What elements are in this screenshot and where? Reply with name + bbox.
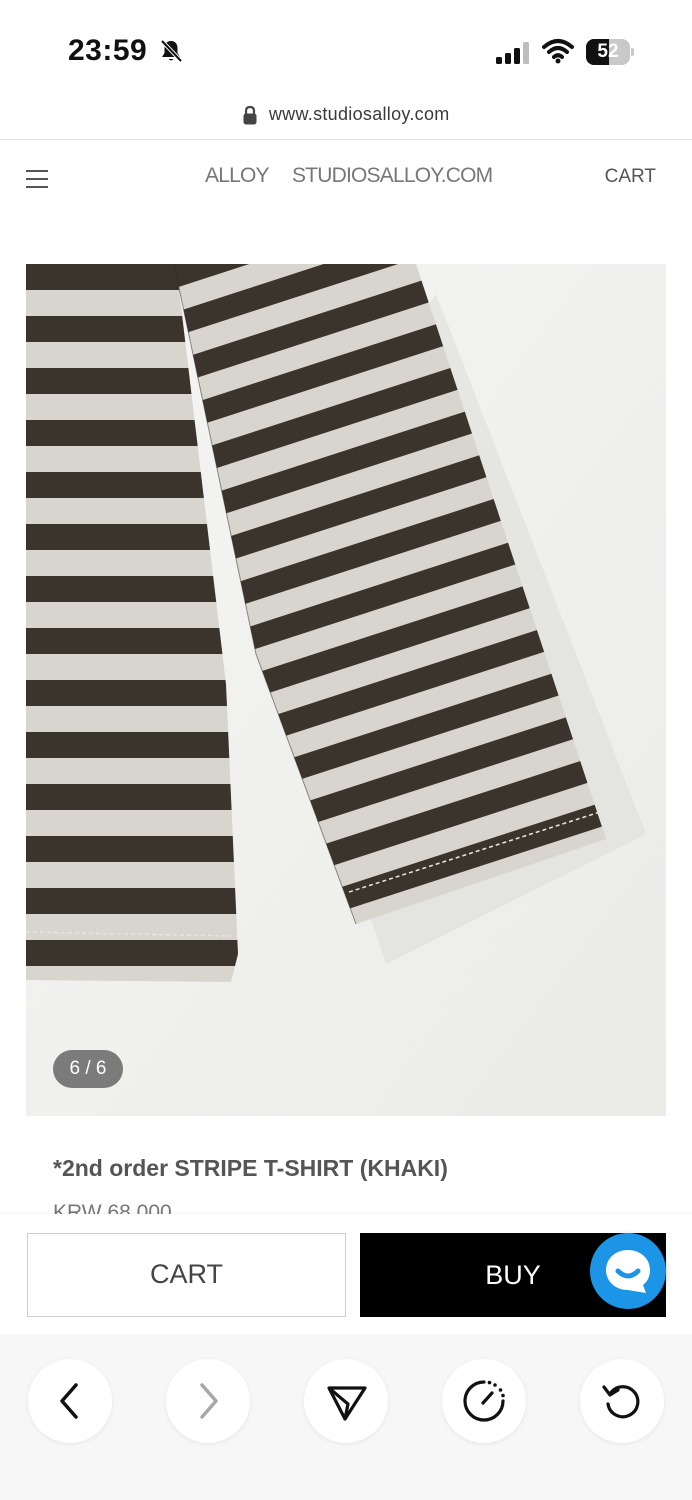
striped-sleeve-photo	[26, 264, 666, 1116]
site-header: ALLOY STUDIOSALLOY.COM CART	[0, 140, 692, 220]
header-cart-link[interactable]: CART	[605, 166, 656, 188]
url-text: www.studiosalloy.com	[268, 104, 450, 124]
browser-toolbar	[0, 1334, 692, 1500]
chevron-left-icon	[60, 1383, 78, 1419]
site-logo[interactable]: ALLOY	[205, 164, 270, 188]
battery-body: 52	[586, 39, 630, 65]
hamburger-menu-icon[interactable]	[26, 170, 48, 188]
battery-tip	[631, 48, 634, 56]
reload-icon	[602, 1385, 640, 1419]
add-to-cart-button[interactable]: CART	[27, 1233, 346, 1317]
image-counter: 6 / 6	[53, 1050, 123, 1088]
product-price: KRW 68,000	[53, 1201, 172, 1214]
reload-button[interactable]	[580, 1359, 664, 1443]
battery-indicator: 52	[586, 39, 634, 65]
address-bar[interactable]: www.studiosalloy.com	[0, 104, 692, 140]
lock-icon	[243, 105, 257, 124]
site-name[interactable]: STUDIOSALLOY.COM	[292, 164, 493, 188]
forward-button[interactable]	[166, 1359, 250, 1443]
status-time: 23:59	[68, 34, 148, 67]
speed-button[interactable]	[442, 1359, 526, 1443]
status-bar: 23:59 52	[0, 0, 692, 100]
purchase-action-bar: CART BUY	[0, 1214, 692, 1334]
chat-bubble-icon[interactable]	[590, 1233, 666, 1309]
share-button[interactable]	[304, 1359, 388, 1443]
chevron-right-icon	[200, 1383, 218, 1419]
battery-level: 52	[597, 41, 619, 62]
product-title: *2nd order STRIPE T-SHIRT (KHAKI)	[53, 1155, 448, 1181]
wifi-icon	[542, 39, 574, 64]
send-triangle-icon	[327, 1386, 367, 1421]
cellular-signal-icon	[496, 42, 529, 64]
bell-muted-icon	[160, 39, 183, 63]
back-button[interactable]	[28, 1359, 112, 1443]
speedometer-icon	[463, 1380, 505, 1422]
product-image[interactable]: 6 / 6	[26, 264, 666, 1116]
